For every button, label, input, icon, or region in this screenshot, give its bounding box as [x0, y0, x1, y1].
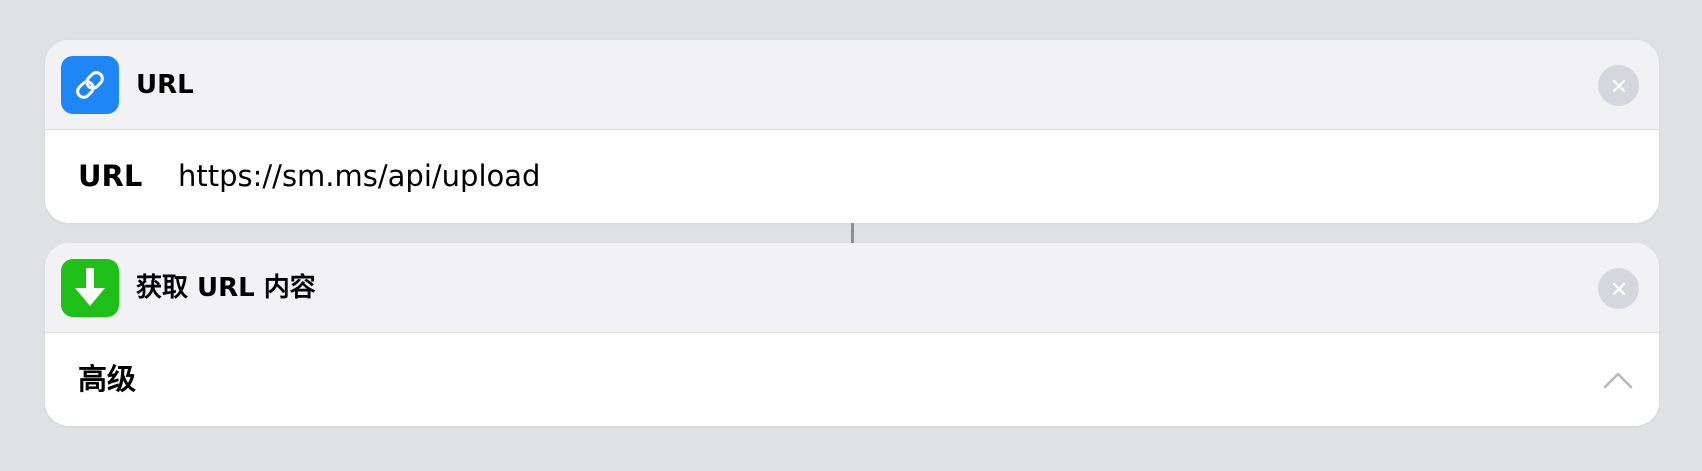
advanced-row[interactable]: 高级 — [45, 333, 1659, 426]
url-action-card[interactable]: URL URL https://sm.ms/api/upload — [45, 40, 1659, 223]
chevron-up-icon[interactable] — [1603, 365, 1633, 395]
remove-get-url-contents-button[interactable] — [1598, 268, 1639, 309]
url-action-title: URL — [136, 70, 194, 100]
advanced-label: 高级 — [78, 362, 137, 396]
url-value-field[interactable]: https://sm.ms/api/upload — [178, 130, 540, 223]
download-arrow-icon — [61, 259, 119, 317]
url-param-label: URL — [78, 159, 143, 193]
close-icon — [1612, 79, 1625, 92]
get-url-contents-title: 获取 URL 内容 — [136, 273, 316, 303]
get-url-contents-action-card[interactable]: 获取 URL 内容 高级 — [45, 243, 1659, 426]
action-connector — [851, 223, 854, 243]
get-url-contents-header[interactable]: 获取 URL 内容 — [45, 243, 1659, 333]
link-icon — [61, 56, 119, 114]
close-icon — [1612, 282, 1625, 295]
url-action-header[interactable]: URL — [45, 40, 1659, 130]
remove-url-action-button[interactable] — [1598, 65, 1639, 106]
url-param-row: URL https://sm.ms/api/upload — [45, 130, 1659, 223]
